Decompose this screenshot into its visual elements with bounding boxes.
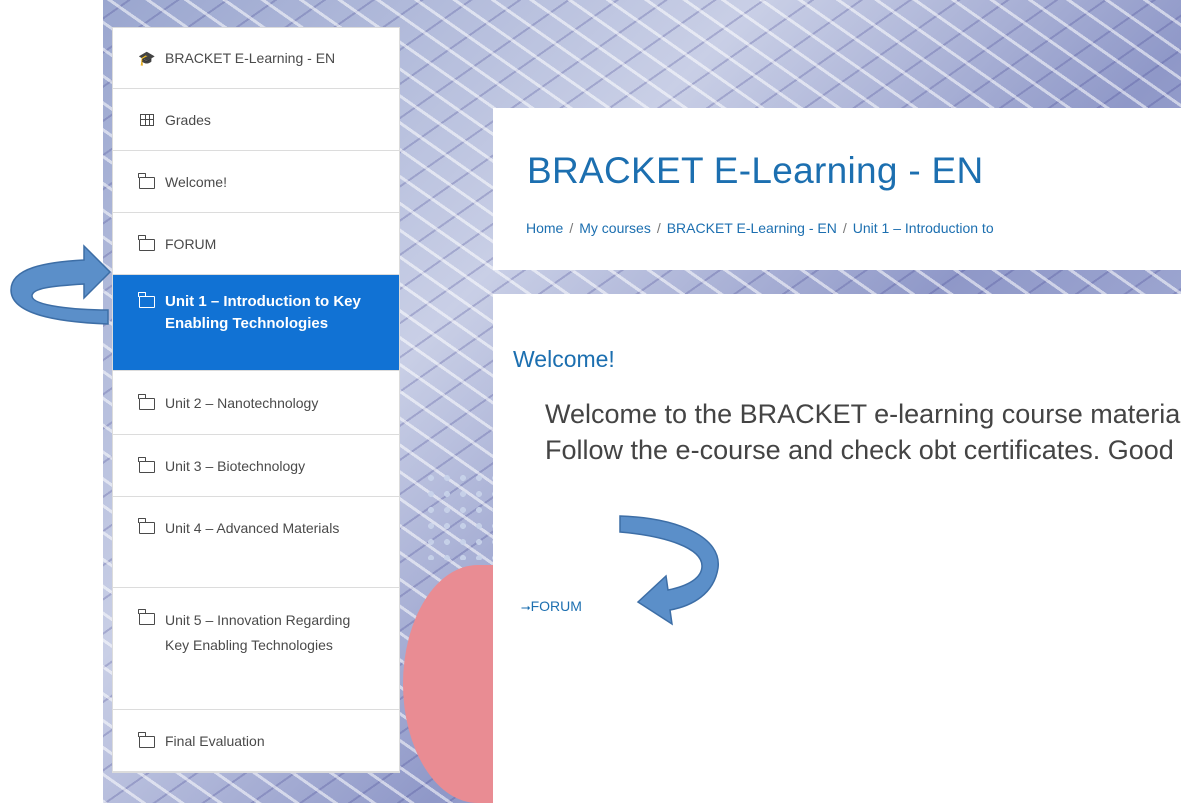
nav-item-label: Final Evaluation: [165, 732, 265, 749]
folder-icon: [138, 456, 155, 473]
nav-item-unit-1[interactable]: Unit 1 – Introduction to Key Enabling Te…: [113, 275, 399, 371]
curved-arrow-icon: [10, 244, 112, 325]
forum-activity-link[interactable]: ⭢FORUM: [521, 598, 582, 615]
nav-item-label: Grades: [165, 111, 211, 128]
forum-link-label: FORUM: [530, 598, 582, 614]
folder-icon: [138, 517, 155, 534]
nav-item-forum[interactable]: FORUM: [113, 213, 399, 275]
nav-item-label: Unit 5 – Innovation Regarding Key Enabli…: [165, 612, 351, 653]
breadcrumb-home[interactable]: Home: [526, 220, 563, 236]
nav-item-unit-2[interactable]: Unit 2 – Nanotechnology: [113, 371, 399, 435]
folder-icon: [138, 234, 155, 251]
breadcrumb-my-courses[interactable]: My courses: [579, 220, 651, 236]
course-index-drawer: 🎓 BRACKET E-Learning - EN Grades Welcome…: [112, 27, 400, 773]
section-content: Welcome! Welcome to the BRACKET e-learni…: [493, 294, 1181, 803]
nav-item-course-home[interactable]: 🎓 BRACKET E-Learning - EN: [113, 28, 399, 89]
nav-item-final-evaluation[interactable]: Final Evaluation: [113, 710, 399, 772]
nav-item-label: BRACKET E-Learning - EN: [165, 50, 336, 66]
nav-item-label: FORUM: [165, 235, 217, 252]
nav-item-unit-3[interactable]: Unit 3 – Biotechnology: [113, 435, 399, 497]
folder-icon: [138, 608, 155, 625]
graduation-cap-icon: 🎓: [138, 50, 156, 66]
nav-item-label: Unit 3 – Biotechnology: [165, 457, 306, 474]
folder-icon: [138, 393, 155, 410]
nav-item-grades[interactable]: Grades: [113, 89, 399, 151]
breadcrumb-course[interactable]: BRACKET E-Learning - EN: [667, 220, 837, 236]
breadcrumb-separator: /: [656, 220, 661, 236]
breadcrumb-section[interactable]: Unit 1 – Introduction to: [853, 220, 994, 236]
folder-icon: [138, 291, 155, 308]
breadcrumb-separator: /: [569, 220, 574, 236]
table-icon: [139, 113, 155, 126]
arrow-right-icon: ⭢: [521, 600, 531, 614]
folder-icon: [138, 172, 155, 189]
page-title: BRACKET E-Learning - EN: [527, 150, 984, 191]
nav-item-unit-5[interactable]: Unit 5 – Innovation Regarding Key Enabli…: [113, 588, 399, 710]
nav-item-welcome[interactable]: Welcome!: [113, 151, 399, 213]
nav-item-unit-4[interactable]: Unit 4 – Advanced Materials: [113, 497, 399, 588]
section-title: Welcome!: [513, 346, 615, 372]
nav-item-label: Unit 1 – Introduction to Key Enabling Te…: [165, 293, 361, 332]
page-header: BRACKET E-Learning - EN Home / My courses /…: [493, 108, 1181, 270]
breadcrumb: Home / My courses / BRACKET E-Learning - EN /…: [526, 220, 994, 236]
curved-arrow-icon: [619, 515, 719, 626]
nav-item-label: Unit 2 – Nanotechnology: [165, 394, 319, 411]
breadcrumb-separator: /: [842, 220, 847, 236]
folder-icon: [138, 731, 155, 748]
nav-item-label: Welcome!: [165, 173, 227, 190]
nav-item-label: Unit 4 – Advanced Materials: [165, 520, 340, 536]
section-summary: Welcome to the BRACKET e-learning course…: [545, 399, 1181, 465]
